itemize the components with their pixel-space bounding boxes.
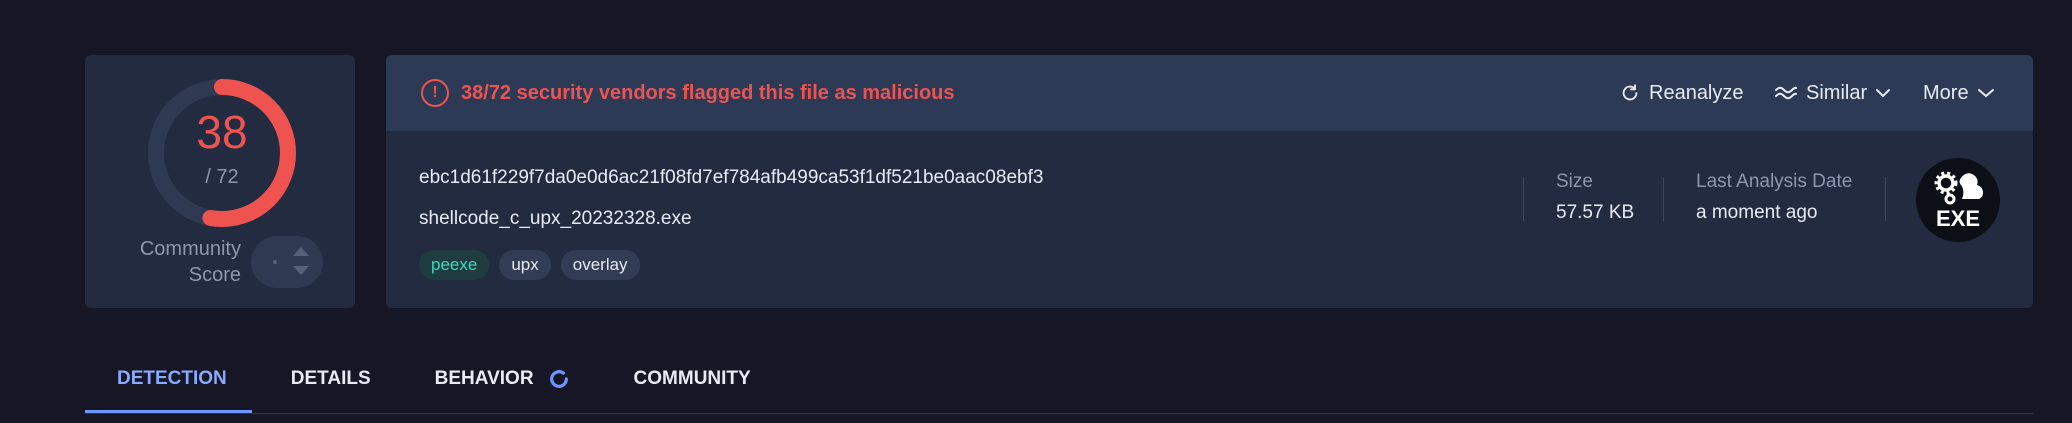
chevron-down-icon	[1977, 89, 1994, 98]
more-label: More	[1923, 81, 1969, 104]
report-tabs: DETECTION DETAILS BEHAVIOR COMMUNITY	[85, 355, 783, 415]
loading-spinner-icon	[549, 370, 568, 388]
reanalyze-label: Reanalyze	[1649, 81, 1744, 104]
meta-divider	[1663, 177, 1664, 221]
active-tab-indicator	[85, 410, 252, 413]
tag-upx[interactable]: upx	[499, 250, 551, 280]
refresh-icon	[1622, 84, 1638, 101]
tab-behavior[interactable]: BEHAVIOR	[403, 355, 602, 403]
reanalyze-button[interactable]: Reanalyze	[1619, 77, 1744, 109]
tag-peexe[interactable]: peexe	[419, 250, 490, 280]
file-report: 38 / 72 Community Score ! 38/72 security…	[0, 0, 2072, 423]
exclamation-circle-icon: !	[421, 79, 449, 107]
detection-total: / 72	[205, 166, 239, 188]
tab-detection-label: DETECTION	[117, 368, 227, 389]
tab-community[interactable]: COMMUNITY	[602, 355, 783, 403]
meta-divider	[1523, 177, 1524, 221]
tag-overlay[interactable]: overlay	[560, 250, 640, 280]
upvote-arrow-icon[interactable]	[293, 247, 309, 256]
tab-details-label: DETAILS	[290, 368, 371, 389]
file-type-label: EXE	[1936, 206, 1980, 231]
file-tags: peexe upx overlay	[419, 250, 640, 280]
alert-text: 38/72 security vendors flagged this file…	[461, 82, 955, 104]
waves-icon	[1775, 86, 1797, 100]
similar-label: Similar	[1806, 81, 1868, 104]
community-score-label: Community Score	[139, 238, 241, 286]
malicious-alert-bar: ! 38/72 security vendors flagged this fi…	[386, 55, 2033, 131]
file-summary-card: ! 38/72 security vendors flagged this fi…	[386, 55, 2033, 308]
downvote-arrow-icon[interactable]	[293, 266, 309, 275]
tab-community-label: COMMUNITY	[633, 368, 751, 389]
tab-detection[interactable]: DETECTION	[85, 355, 259, 403]
chevron-down-icon	[1876, 89, 1891, 98]
similar-button[interactable]: Similar	[1774, 77, 1891, 109]
file-type-badge: EXE	[1916, 158, 2000, 242]
detection-count: 38	[196, 106, 248, 158]
vote-score-dot	[273, 260, 277, 264]
tab-details[interactable]: DETAILS	[259, 355, 403, 403]
exe-gears-icon: EXE	[1934, 171, 1983, 231]
size-value: 57.57 KB	[1556, 202, 1635, 223]
meta-divider	[1885, 177, 1886, 221]
more-button[interactable]: More	[1923, 77, 1995, 109]
last-analysis-value: a moment ago	[1696, 202, 1818, 223]
file-name: shellcode_c_upx_20232328.exe	[419, 208, 692, 229]
size-label: Size	[1556, 171, 1593, 192]
file-hash[interactable]: ebc1d61f229f7da0e0d6ac21f08fd7ef784afb49…	[419, 167, 1043, 189]
detection-score-card: 38 / 72 Community Score	[85, 55, 355, 308]
tabs-baseline	[85, 413, 2033, 414]
community-vote-control[interactable]	[251, 236, 323, 288]
last-analysis-label: Last Analysis Date	[1696, 171, 1853, 192]
tab-behavior-label: BEHAVIOR	[434, 368, 534, 389]
